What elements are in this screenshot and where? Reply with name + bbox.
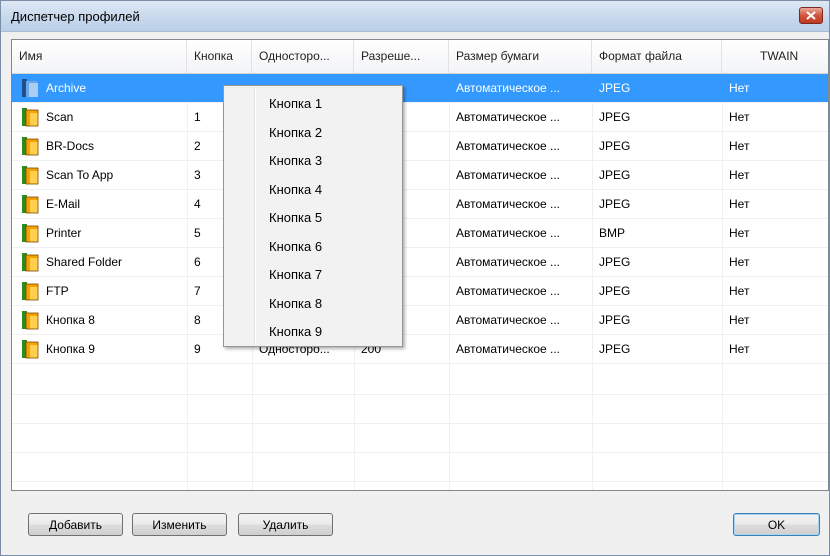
empty-row-line bbox=[12, 394, 828, 395]
profile-twain: Нет bbox=[729, 110, 750, 124]
profile-file-format: JPEG bbox=[599, 139, 631, 153]
menu-item-button-1[interactable]: Кнопка 1 bbox=[226, 90, 400, 118]
table-row[interactable]: Archive Автоматическое ... JPEG Нет bbox=[12, 74, 828, 103]
profile-paper-size: Автоматическое ... bbox=[456, 110, 561, 124]
profile-twain: Нет bbox=[729, 168, 750, 182]
profile-paper-size: Автоматическое ... bbox=[456, 226, 561, 240]
profile-name: Archive bbox=[46, 81, 87, 95]
column-header-twain[interactable]: TWAIN bbox=[722, 40, 828, 73]
table-row[interactable]: Printer 5 Автоматическое ... BMP Нет bbox=[12, 219, 828, 248]
profile-twain: Нет bbox=[729, 139, 750, 153]
profile-name: BR-Docs bbox=[46, 139, 95, 153]
table-row[interactable]: Shared Folder 6 Автоматическое ... JPEG Нет bbox=[12, 248, 828, 277]
profile-paper-size: Автоматическое ... bbox=[456, 139, 561, 153]
button-context-menu: Кнопка 1 Кнопка 2 Кнопка 3 Кнопка 4 Кнопка 5… bbox=[223, 85, 403, 347]
delete-button[interactable]: Удалить bbox=[238, 513, 333, 536]
table-row[interactable]: Scan To App 3 Автоматическое ... JPEG Нет bbox=[12, 161, 828, 190]
profile-manager-window: Диспетчер профилей Имя Кнопка Односторо.… bbox=[0, 0, 830, 556]
profile-paper-size: Автоматическое ... bbox=[456, 284, 561, 298]
title-bar: Диспетчер профилей bbox=[1, 1, 829, 32]
profile-name: FTP bbox=[46, 284, 69, 298]
close-icon bbox=[806, 11, 816, 20]
profile-file-format: JPEG bbox=[599, 284, 631, 298]
list-header: Имя Кнопка Односторо... Разреше... Разме… bbox=[12, 40, 828, 74]
profile-name: Кнопка 8 bbox=[46, 313, 95, 327]
ok-button[interactable]: OK bbox=[733, 513, 820, 536]
column-header-paper-size[interactable]: Размер бумаги bbox=[449, 40, 592, 73]
profile-file-format: JPEG bbox=[599, 81, 631, 95]
close-button[interactable] bbox=[799, 7, 823, 24]
profile-twain: Нет bbox=[729, 342, 750, 356]
edit-button[interactable]: Изменить bbox=[132, 513, 227, 536]
profile-name: E-Mail bbox=[46, 197, 81, 211]
profile-paper-size: Автоматическое ... bbox=[456, 255, 561, 269]
profile-list[interactable]: Имя Кнопка Односторо... Разреше... Разме… bbox=[11, 39, 829, 491]
table-row[interactable]: Кнопка 8 8 Автоматическое ... JPEG Нет bbox=[12, 306, 828, 335]
column-header-button[interactable]: Кнопка bbox=[187, 40, 252, 73]
profile-twain: Нет bbox=[729, 284, 750, 298]
menu-item-button-4[interactable]: Кнопка 4 bbox=[226, 176, 400, 204]
table-row[interactable]: Кнопка 9 9 Односторо... 200 Автоматическое .… bbox=[12, 335, 828, 364]
profile-name: Scan bbox=[46, 110, 74, 124]
profile-file-format: JPEG bbox=[599, 255, 631, 269]
profile-twain: Нет bbox=[729, 197, 750, 211]
profile-name: Printer bbox=[46, 226, 82, 240]
profile-file-format: JPEG bbox=[599, 197, 631, 211]
profile-file-format: BMP bbox=[599, 226, 626, 240]
column-header-name[interactable]: Имя bbox=[12, 40, 187, 73]
window-title: Диспетчер профилей bbox=[11, 9, 140, 24]
profile-twain: Нет bbox=[729, 255, 750, 269]
menu-item-button-9[interactable]: Кнопка 9 bbox=[226, 318, 400, 346]
table-row[interactable]: Scan 1 Автоматическое ... JPEG Нет bbox=[12, 103, 828, 132]
menu-item-button-2[interactable]: Кнопка 2 bbox=[226, 119, 400, 147]
menu-item-button-5[interactable]: Кнопка 5 bbox=[226, 204, 400, 232]
empty-row-line bbox=[12, 452, 828, 453]
profile-file-format: JPEG bbox=[599, 342, 631, 356]
profile-twain: Нет bbox=[729, 313, 750, 327]
profile-file-format: JPEG bbox=[599, 168, 631, 182]
profile-paper-size: Автоматическое ... bbox=[456, 168, 561, 182]
column-header-sides[interactable]: Односторо... bbox=[252, 40, 354, 73]
menu-item-button-7[interactable]: Кнопка 7 bbox=[226, 261, 400, 289]
profile-paper-size: Автоматическое ... bbox=[456, 342, 561, 356]
profile-name: Кнопка 9 bbox=[46, 342, 95, 356]
table-row[interactable]: FTP 7 Автоматическое ... JPEG Нет bbox=[12, 277, 828, 306]
profile-paper-size: Автоматическое ... bbox=[456, 197, 561, 211]
column-header-resolution[interactable]: Разреше... bbox=[354, 40, 449, 73]
table-row[interactable]: E-Mail 4 Автоматическое ... JPEG Нет bbox=[12, 190, 828, 219]
profile-file-format: JPEG bbox=[599, 110, 631, 124]
profile-file-format: JPEG bbox=[599, 313, 631, 327]
profile-paper-size: Автоматическое ... bbox=[456, 81, 561, 95]
add-button[interactable]: Добавить bbox=[28, 513, 123, 536]
profile-twain: Нет bbox=[729, 81, 750, 95]
empty-row-line bbox=[12, 423, 828, 424]
menu-item-button-8[interactable]: Кнопка 8 bbox=[226, 290, 400, 318]
profile-twain: Нет bbox=[729, 226, 750, 240]
profile-name: Shared Folder bbox=[46, 255, 123, 269]
menu-item-button-3[interactable]: Кнопка 3 bbox=[226, 147, 400, 175]
profile-name: Scan To App bbox=[46, 168, 114, 182]
profile-paper-size: Автоматическое ... bbox=[456, 313, 561, 327]
empty-row-line bbox=[12, 481, 828, 482]
menu-item-button-6[interactable]: Кнопка 6 bbox=[226, 233, 400, 261]
column-header-file-format[interactable]: Формат файла bbox=[592, 40, 722, 73]
table-row[interactable]: BR-Docs 2 Автоматическое ... JPEG Нет bbox=[12, 132, 828, 161]
